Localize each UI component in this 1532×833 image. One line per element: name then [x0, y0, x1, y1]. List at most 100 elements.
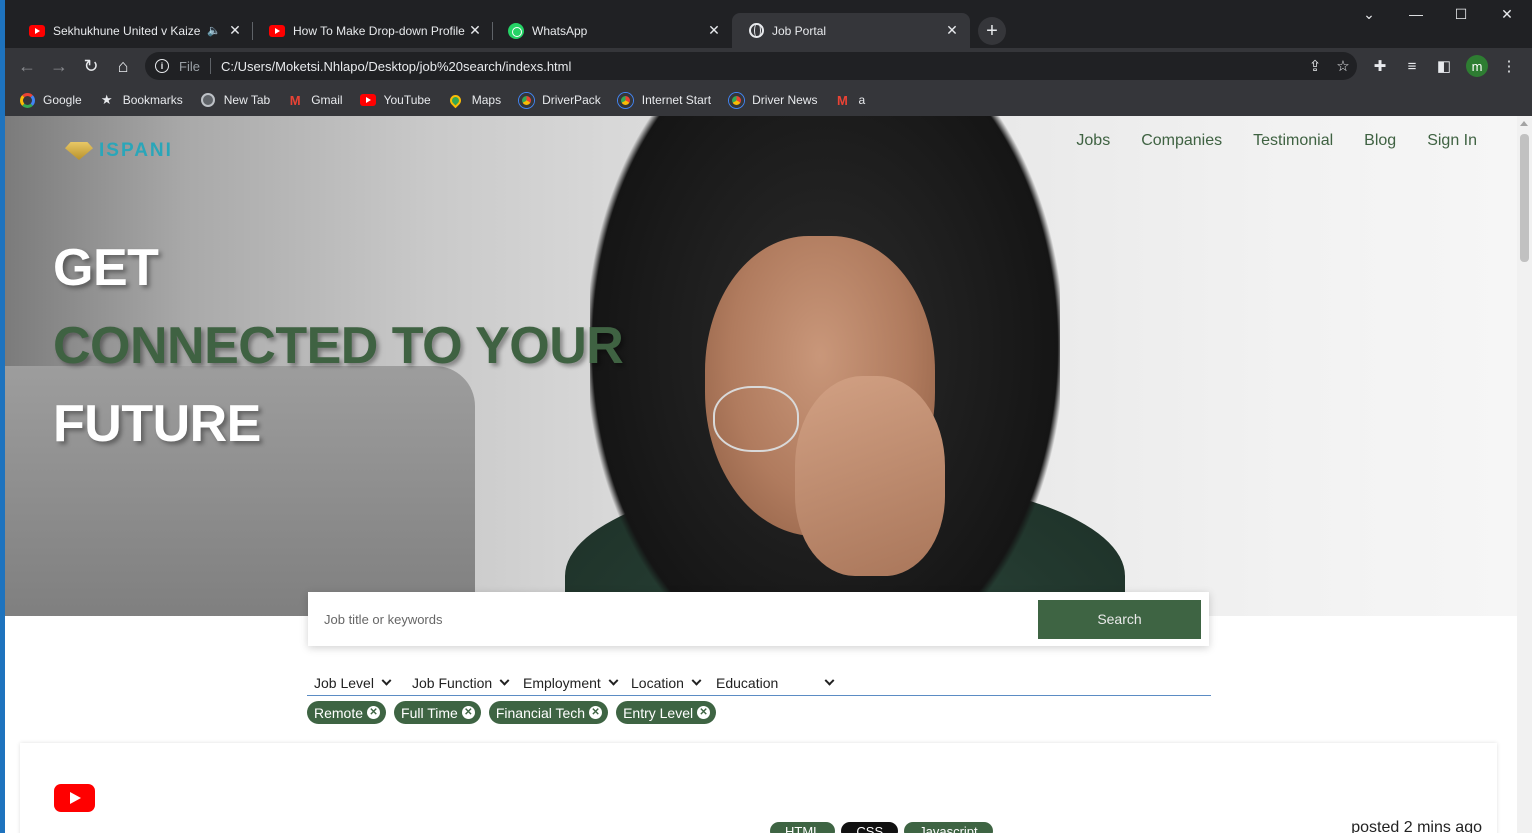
- filter-location[interactable]: Location: [624, 671, 709, 695]
- close-tab-icon[interactable]: ✕: [227, 22, 243, 39]
- chevron-down-icon: [608, 675, 619, 686]
- bookmark-gmail[interactable]: M Gmail: [287, 92, 343, 108]
- nav-jobs[interactable]: Jobs: [1076, 132, 1110, 150]
- job-card[interactable]: HTML CSS Javascript posted 2 mins ago: [20, 743, 1497, 833]
- address-url[interactable]: C:/Users/Moketsi.Nhlapo/Desktop/job%20se…: [221, 59, 1301, 74]
- star-icon: ★: [100, 92, 113, 107]
- tag-css[interactable]: CSS: [841, 822, 899, 833]
- profile-avatar[interactable]: m: [1466, 55, 1488, 77]
- home-icon[interactable]: ⌂: [111, 54, 135, 78]
- maps-icon: [447, 92, 464, 108]
- page-scrollbar[interactable]: [1517, 116, 1532, 833]
- hero-headline-line2: CONNECTED TO YOUR: [53, 317, 624, 375]
- scrollbar-thumb[interactable]: [1520, 134, 1529, 262]
- search-input[interactable]: [324, 611, 1038, 627]
- close-tab-icon[interactable]: ✕: [944, 22, 960, 39]
- chip-label: Remote: [314, 704, 364, 721]
- filter-education[interactable]: Education: [709, 671, 849, 695]
- posted-time: posted 2 mins ago: [1351, 819, 1482, 833]
- bookmark-label: DriverPack: [542, 93, 601, 107]
- tab-sekhukhune[interactable]: Sekhukhune United v Kaizer 🔈 ✕: [13, 13, 253, 48]
- bookmark-youtube[interactable]: YouTube: [359, 92, 431, 108]
- chevron-down-icon: [381, 675, 392, 686]
- filter-label: Job Function: [412, 675, 493, 691]
- extensions-icon[interactable]: ✚: [1369, 56, 1391, 76]
- filter-label: Education: [716, 675, 779, 691]
- brand-name: ISPANI: [99, 140, 173, 161]
- media-control-icon[interactable]: ≡: [1401, 56, 1423, 76]
- bookmark-new-tab[interactable]: New Tab: [200, 92, 270, 108]
- search-button[interactable]: Search: [1038, 599, 1201, 639]
- bookmark-bookmarks[interactable]: ★ Bookmarks: [99, 92, 183, 108]
- menu-icon[interactable]: ⋮: [1498, 56, 1520, 76]
- bookmark-label: Bookmarks: [122, 93, 183, 107]
- close-window-button[interactable]: ✕: [1495, 6, 1519, 23]
- bookmark-internet-start[interactable]: Internet Start: [618, 92, 711, 108]
- back-icon[interactable]: ←: [15, 54, 39, 78]
- scroll-up-icon[interactable]: [1520, 121, 1528, 126]
- bookmark-label: YouTube: [383, 93, 431, 107]
- nav-blog[interactable]: Blog: [1364, 132, 1396, 150]
- tab-strip: Sekhukhune United v Kaizer 🔈 ✕ How To Ma…: [5, 0, 1532, 48]
- filter-employment[interactable]: Employment: [516, 671, 624, 695]
- tab-dropdown-profile[interactable]: How To Make Drop-down Profile ✕: [253, 13, 493, 48]
- bookmark-star-icon[interactable]: ☆: [1329, 57, 1357, 75]
- bookmark-google[interactable]: Google: [19, 92, 82, 108]
- bookmark-label: Driver News: [752, 93, 818, 107]
- hero-banner: ISPANI Jobs Companies Testimonial Blog S…: [5, 116, 1517, 616]
- youtube-icon: [29, 23, 45, 39]
- remove-chip-icon[interactable]: ✕: [589, 706, 603, 719]
- new-tab-button[interactable]: +: [978, 17, 1006, 45]
- hero-headline-line1: GET: [53, 239, 159, 297]
- bookmark-maps[interactable]: Maps: [447, 92, 502, 108]
- remove-chip-icon[interactable]: ✕: [367, 706, 381, 719]
- nav-companies[interactable]: Companies: [1141, 132, 1222, 150]
- tab-job-portal[interactable]: Job Portal ✕: [732, 13, 970, 48]
- chevron-down-icon: [824, 675, 835, 686]
- filter-job-level[interactable]: Job Level: [307, 671, 405, 695]
- globe-icon: [200, 92, 216, 108]
- chip-full-time: Full Time ✕: [394, 701, 481, 724]
- tab-search-icon[interactable]: ⌄: [1357, 6, 1381, 23]
- active-filter-chips: Remote ✕ Full Time ✕ Financial Tech ✕ Entry…: [307, 701, 724, 724]
- info-icon[interactable]: i: [155, 59, 169, 73]
- bookmark-label: Internet Start: [641, 93, 712, 107]
- browser-window: Sekhukhune United v Kaizer 🔈 ✕ How To Ma…: [5, 0, 1532, 833]
- bookmark-driver-news[interactable]: Driver News: [728, 92, 817, 108]
- chip-label: Entry Level: [623, 704, 694, 721]
- tab-title: WhatsApp: [532, 23, 588, 38]
- remove-chip-icon[interactable]: ✕: [697, 706, 711, 719]
- bookmark-driverpack[interactable]: DriverPack: [518, 92, 601, 108]
- main-nav: Jobs Companies Testimonial Blog Sign In: [1045, 132, 1477, 150]
- minimize-button[interactable]: —: [1404, 6, 1428, 22]
- youtube-icon: [269, 23, 285, 39]
- hero-photo-hand: [795, 376, 945, 576]
- filter-label: Location: [631, 675, 684, 691]
- address-bar[interactable]: i File C:/Users/Moketsi.Nhlapo/Desktop/j…: [145, 52, 1357, 80]
- reload-icon[interactable]: ↻: [79, 54, 103, 78]
- speaker-icon[interactable]: 🔈: [207, 24, 221, 37]
- site-logo[interactable]: ISPANI: [65, 140, 173, 162]
- hero-photo-glasses-left: [713, 386, 799, 452]
- forward-icon[interactable]: →: [47, 54, 71, 78]
- tag-html[interactable]: HTML: [770, 822, 836, 833]
- bookmark-label: Maps: [471, 93, 502, 107]
- share-icon[interactable]: ⇪: [1301, 57, 1329, 75]
- driverpack-icon: [518, 92, 534, 108]
- maximize-button[interactable]: ☐: [1449, 6, 1473, 23]
- nav-testimonial[interactable]: Testimonial: [1253, 132, 1333, 150]
- tag-javascript[interactable]: Javascript: [904, 822, 993, 833]
- close-tab-icon[interactable]: ✕: [706, 22, 722, 39]
- youtube-logo-icon: [54, 784, 95, 812]
- chip-financial-tech: Financial Tech ✕: [488, 701, 609, 724]
- side-panel-icon[interactable]: ◧: [1433, 56, 1455, 76]
- remove-chip-icon[interactable]: ✕: [461, 706, 475, 719]
- bookmark-a[interactable]: Ma: [834, 92, 865, 108]
- nav-sign-in[interactable]: Sign In: [1427, 132, 1477, 150]
- close-tab-icon[interactable]: ✕: [467, 22, 483, 39]
- filter-job-function[interactable]: Job Function: [405, 671, 516, 695]
- youtube-icon: [359, 92, 376, 108]
- tab-whatsapp[interactable]: WhatsApp ✕: [492, 13, 732, 48]
- google-icon: [19, 92, 35, 108]
- tab-title: Job Portal: [772, 23, 827, 38]
